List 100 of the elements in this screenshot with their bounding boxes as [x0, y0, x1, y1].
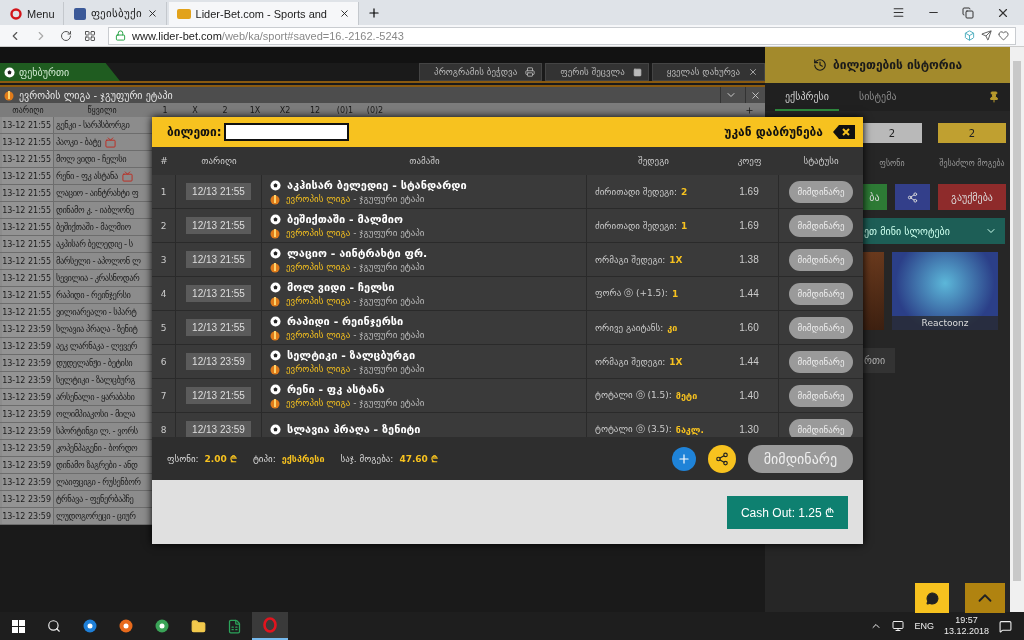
league-link[interactable]: ევროპის ლიგა	[286, 228, 351, 238]
square-icon	[632, 67, 642, 77]
league-link[interactable]: ევროპის ლიგა	[286, 364, 351, 374]
row-number: 2	[152, 209, 176, 242]
close-icon	[750, 89, 761, 101]
ring-icon	[10, 7, 22, 20]
match-title: ლაციო - აინტრახტი ფრ.	[287, 246, 428, 260]
match-name: აკჰისარ ბელედიე - ს	[56, 239, 133, 249]
grid-icon[interactable]	[84, 29, 96, 42]
stage-label: - ჯგუფური ეტაპი	[353, 330, 425, 340]
panel-tab[interactable]: სისტემა	[848, 83, 907, 111]
odds-value: 1.38	[720, 243, 779, 276]
trophy-icon	[270, 227, 280, 239]
status-badge: მიმდინარე	[789, 418, 853, 437]
scroll-top-button[interactable]	[965, 583, 1005, 613]
date-chip: 12/13 21:55	[186, 251, 251, 268]
browser-logo-icon	[154, 618, 170, 634]
reload-icon[interactable]	[60, 29, 72, 42]
toolbar-button[interactable]: ყველას დახურვა	[651, 63, 765, 81]
share-button[interactable]	[895, 184, 930, 210]
date-cell: 13-12 21:55	[2, 304, 54, 320]
column-header: (0)1	[335, 105, 355, 115]
chat-button[interactable]	[915, 583, 949, 613]
panel-tab[interactable]: რთი	[862, 348, 896, 373]
browser-tab[interactable]: Lider-Bet.com - Sports and	[168, 2, 359, 25]
column-header: შედეგი	[636, 156, 671, 166]
ball-icon	[270, 247, 281, 259]
close-icon[interactable]	[146, 8, 158, 19]
scrollbar-thumb[interactable]	[1013, 61, 1021, 581]
confirm-button[interactable]: ბა	[862, 184, 887, 210]
panel-tab[interactable]: ექსპრესი	[775, 83, 839, 111]
address-field[interactable]: www.lider-bet.com/web/ka/sport#saved=16.-2162.-5243	[108, 26, 1016, 45]
match-name: ლაიფციგი - რუსენბორ	[56, 477, 141, 487]
status-badge: მიმდინარე	[789, 214, 853, 237]
notification-icon[interactable]	[999, 619, 1012, 633]
stake-label: ფსონი	[878, 159, 906, 168]
square-logo-icon	[73, 7, 86, 20]
slots-bar[interactable]: ეთ მინი სლოტები	[862, 218, 1005, 244]
league-link[interactable]: ევროპის ლიგა	[286, 262, 351, 272]
url-host: www.lider-bet.com	[132, 29, 222, 42]
sport-tab[interactable]: ფეხბურთი	[0, 63, 120, 81]
site-logo-icon	[176, 8, 191, 19]
browser-logo-icon	[118, 618, 134, 634]
browser-button[interactable]	[252, 612, 288, 640]
language-indicator[interactable]: ENG	[914, 621, 934, 631]
add-button[interactable]	[671, 446, 696, 471]
toolbar-button[interactable]: ფერის შეცვლა	[545, 63, 649, 81]
column-header: X2	[278, 105, 292, 115]
trophy-icon	[4, 89, 14, 101]
odds-value: 1.40	[720, 379, 779, 412]
pin-icon[interactable]	[988, 91, 1000, 103]
pick-value: მეტი	[675, 390, 698, 401]
match-name: დუდელანჟი - ბეტისი	[56, 358, 133, 368]
match-name: პაოკი - ბატე	[56, 137, 102, 147]
match-name: რაპიდი - რეინჯერსი	[56, 290, 131, 300]
date-cell: 13-12 21:55	[2, 117, 54, 133]
share-button[interactable]	[707, 444, 736, 473]
trophy-icon	[270, 261, 280, 273]
league-link[interactable]: ევროპის ლიგა	[286, 194, 351, 204]
stake-value: 2.00 ₾	[204, 453, 237, 465]
trophy-icon	[270, 329, 280, 341]
cancel-button[interactable]: გაუქმება	[938, 184, 1006, 210]
market-label: ტოტალი ⓞ (3.5):	[595, 423, 672, 436]
clock-time[interactable]: 19:57	[955, 615, 978, 626]
printer-icon	[525, 67, 536, 77]
close-icon[interactable]	[338, 8, 350, 19]
clock-date[interactable]: 13.12.2018	[943, 626, 989, 637]
game-picture[interactable]: Reactoonz	[892, 252, 998, 330]
league-link[interactable]: ევროპის ლიგა	[286, 398, 351, 408]
date-cell: 13-12 23:59	[2, 474, 54, 490]
win-value: 2	[938, 123, 1006, 143]
new-tab-icon[interactable]	[366, 5, 381, 20]
toolbar-button[interactable]: პროგრამის ბეჭდვა	[419, 63, 543, 81]
date-cell: 13-12 23:59	[2, 508, 54, 524]
cash-out-button[interactable]: Cash Out: 1.25 ₾	[726, 495, 848, 529]
league-link[interactable]: ევროპის ლიგა	[286, 330, 351, 340]
market-label: ძირითადი შედეგი:	[595, 220, 677, 231]
ball-icon	[270, 349, 281, 361]
back-button[interactable]: უკან დაბრუნება	[724, 125, 855, 139]
match-name: სპორტინგი ლ. - ვორს	[56, 426, 138, 436]
share-icon	[714, 451, 729, 466]
row-number: 6	[152, 345, 176, 378]
restore-icon[interactable]	[962, 6, 974, 19]
menu-icon[interactable]	[892, 6, 905, 19]
market-label: ფორა ⓞ (+1.5):	[595, 287, 668, 300]
column-header: სტატუსი	[802, 156, 840, 166]
column-header: 1X	[248, 105, 262, 115]
send-icon[interactable]	[981, 30, 992, 41]
stage-label: - ჯგუფური ეტაპი	[353, 228, 425, 238]
match-name: ტრნავა - ფენერბაჰჩე	[56, 494, 134, 504]
stage-label: - ჯგუფური ეტაპი	[353, 262, 425, 272]
stake-value: 2	[862, 123, 922, 143]
heart-icon[interactable]	[998, 30, 1009, 41]
network-icon[interactable]	[892, 620, 905, 632]
match-name: ბეშიქთაში - მალმიო	[56, 222, 131, 232]
league-link[interactable]: ევროპის ლიგა	[286, 296, 351, 306]
date-cell: 13-12 23:59	[2, 457, 54, 473]
add-icon[interactable]	[745, 105, 754, 115]
panel-title: ბილეთების ისტორია	[832, 58, 963, 72]
date-cell: 13-12 21:55	[2, 287, 54, 303]
